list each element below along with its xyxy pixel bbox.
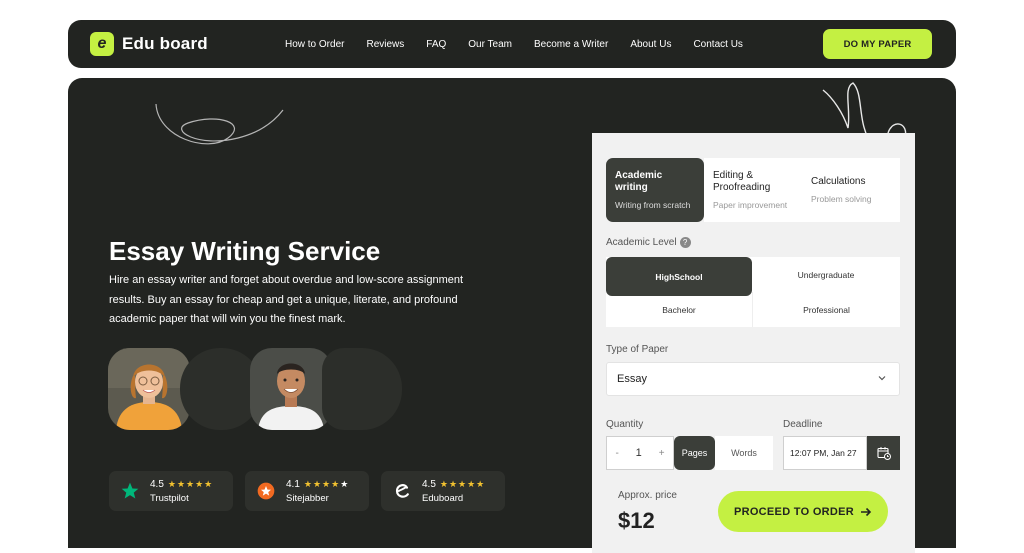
help-question-icon[interactable]: ? xyxy=(679,237,691,248)
order-calculator-panel: Academic writing Writing from scratch Ed… xyxy=(592,133,915,553)
tab-editing-proofreading[interactable]: Editing & Proofreading Paper improvement xyxy=(704,158,802,222)
proceed-to-order-button[interactable]: PROCEED TO ORDER xyxy=(718,491,888,532)
approx-price-value: $12 xyxy=(618,508,655,533)
level-option-undergraduate[interactable]: Undergraduate xyxy=(752,257,900,292)
writer-avatar-woman xyxy=(108,348,190,430)
trustpilot-stars: ★★★★★ xyxy=(167,478,214,489)
edu-board-logo-icon: e xyxy=(90,32,114,56)
nav-link-faq[interactable]: FAQ xyxy=(426,39,446,50)
tab-subtitle: Paper improvement xyxy=(713,200,788,210)
avatar-placeholder-shape xyxy=(322,348,402,430)
hero-title: Essay Writing Service xyxy=(109,236,381,266)
nav-link-become-a-writer[interactable]: Become a Writer xyxy=(534,39,608,50)
decorative-scribble-left xyxy=(155,103,284,145)
deadline-field[interactable]: 12:07 PM, Jan 27 xyxy=(783,436,867,470)
brand-name: Edu board xyxy=(122,34,208,53)
nav-link-reviews[interactable]: Reviews xyxy=(366,39,404,50)
quantity-decrement-button[interactable]: - xyxy=(615,448,618,459)
trustpilot-name: Trustpilot xyxy=(150,492,189,504)
trustpilot-star-icon xyxy=(119,480,141,502)
nav-links: How to Order Reviews FAQ Our Team Become… xyxy=(285,20,765,68)
rating-badges: 4.5 ★★★★★ Trustpilot 4.1 ★★★★★ Sitejabber … xyxy=(109,471,505,511)
hero-description: Hire an essay writer and forget about ov… xyxy=(109,274,464,325)
service-tabs: Academic writing Writing from scratch Ed… xyxy=(606,158,900,222)
academic-level-label: Academic Level? xyxy=(606,237,691,248)
type-of-paper-select[interactable]: Essay xyxy=(606,362,900,396)
brand-logo[interactable]: e Edu board xyxy=(90,32,208,56)
eduboard-logo-icon xyxy=(391,480,413,502)
tab-academic-writing[interactable]: Academic writing Writing from scratch xyxy=(606,158,704,222)
type-of-paper-label: Type of Paper xyxy=(606,344,669,355)
level-option-bachelor[interactable]: Bachelor xyxy=(606,292,752,327)
proceed-to-order-label: PROCEED TO ORDER xyxy=(733,505,855,518)
trustpilot-score: 4.5 xyxy=(150,478,164,490)
rating-card-sitejabber[interactable]: 4.1 ★★★★★ Sitejabber xyxy=(245,471,369,511)
academic-level-options: HighSchool Undergraduate Bachelor Profes… xyxy=(606,257,900,327)
level-option-professional[interactable]: Professional xyxy=(752,292,900,327)
unit-words-toggle[interactable]: Words xyxy=(715,436,773,470)
sitejabber-name: Sitejabber xyxy=(286,492,329,504)
calendar-clock-icon xyxy=(876,447,891,460)
chevron-down-icon xyxy=(878,376,886,381)
tab-subtitle: Writing from scratch xyxy=(615,200,691,210)
unit-pages-toggle[interactable]: Pages xyxy=(674,436,715,470)
do-my-paper-button[interactable]: DO MY PAPER xyxy=(823,29,932,59)
eduboard-score: 4.5 xyxy=(422,478,436,490)
rating-card-eduboard[interactable]: 4.5 ★★★★★ Eduboard xyxy=(381,471,505,511)
level-option-highschool[interactable]: HighSchool xyxy=(606,257,752,296)
quantity-stepper: - 1 + xyxy=(606,436,674,470)
sitejabber-score: 4.1 xyxy=(286,478,300,490)
eduboard-name: Eduboard xyxy=(422,492,464,504)
arrow-right-icon xyxy=(861,507,872,516)
quantity-value[interactable]: 1 xyxy=(636,447,642,459)
nav-link-about-us[interactable]: About Us xyxy=(630,39,671,50)
top-navbar: e Edu board How to Order Reviews FAQ Our… xyxy=(68,20,956,68)
tab-subtitle: Problem solving xyxy=(811,194,872,204)
sitejabber-icon xyxy=(255,480,277,502)
tab-title: Editing & Proofreading xyxy=(713,170,771,193)
nav-link-contact-us[interactable]: Contact Us xyxy=(693,39,742,50)
eduboard-stars: ★★★★★ xyxy=(439,478,486,489)
calendar-button[interactable] xyxy=(867,436,900,470)
tab-title: Calculations xyxy=(811,176,866,187)
nav-link-our-team[interactable]: Our Team xyxy=(468,39,512,50)
tab-title: Academic writing xyxy=(615,170,663,193)
quantity-label: Quantity xyxy=(606,419,644,430)
approx-price-label: Approx. price xyxy=(618,490,677,501)
nav-link-how-to-order[interactable]: How to Order xyxy=(285,39,344,50)
tab-calculations[interactable]: Calculations Problem solving xyxy=(802,158,900,222)
deadline-label: Deadline xyxy=(783,419,823,430)
quantity-increment-button[interactable]: + xyxy=(659,448,665,459)
academic-level-label-text: Academic Level xyxy=(606,237,677,249)
writer-avatar-man xyxy=(250,348,332,430)
type-of-paper-value: Essay xyxy=(617,373,647,385)
rating-card-trustpilot[interactable]: 4.5 ★★★★★ Trustpilot xyxy=(109,471,233,511)
sitejabber-stars: ★★★★★ xyxy=(303,478,350,489)
